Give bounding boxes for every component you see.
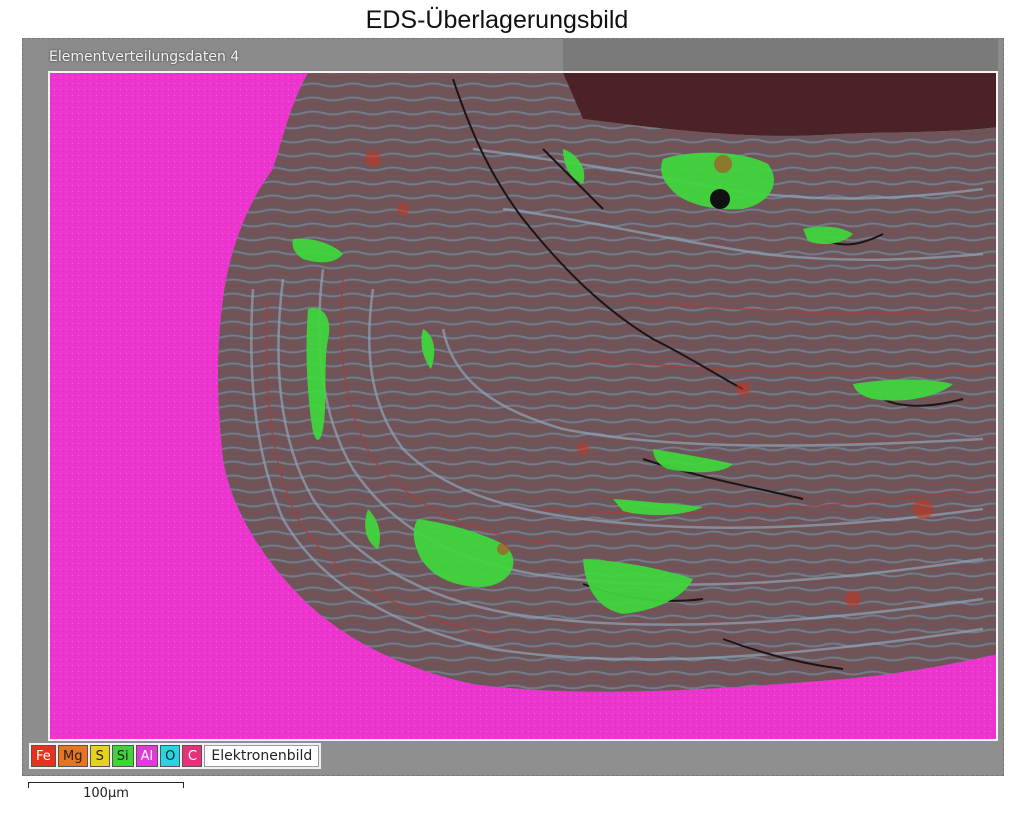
legend-chip-o[interactable]: O bbox=[160, 745, 181, 767]
legend-chip-s[interactable]: S bbox=[89, 745, 110, 767]
eds-overlay-image: Elementverteilungsdaten 4 Fe Mg S Si Al … bbox=[22, 38, 1004, 776]
scale-bar-label: 100µm bbox=[83, 786, 129, 801]
scale-bar: 100µm bbox=[24, 778, 188, 801]
map-label: Elementverteilungsdaten 4 bbox=[49, 49, 240, 65]
legend-chip-c[interactable]: C bbox=[182, 745, 203, 767]
legend-chip-al[interactable]: Al bbox=[135, 745, 159, 767]
element-legend: Fe Mg S Si Al O C Elektronenbild bbox=[29, 743, 322, 769]
page-title: EDS-Überlagerungsbild bbox=[365, 6, 629, 34]
eds-map-graphic bbox=[23, 39, 1003, 775]
legend-chip-si[interactable]: Si bbox=[111, 745, 134, 767]
legend-chip-mg[interactable]: Mg bbox=[57, 745, 88, 767]
legend-chip-electron-image[interactable]: Elektronenbild bbox=[204, 745, 320, 767]
legend-chip-fe[interactable]: Fe bbox=[31, 745, 56, 767]
